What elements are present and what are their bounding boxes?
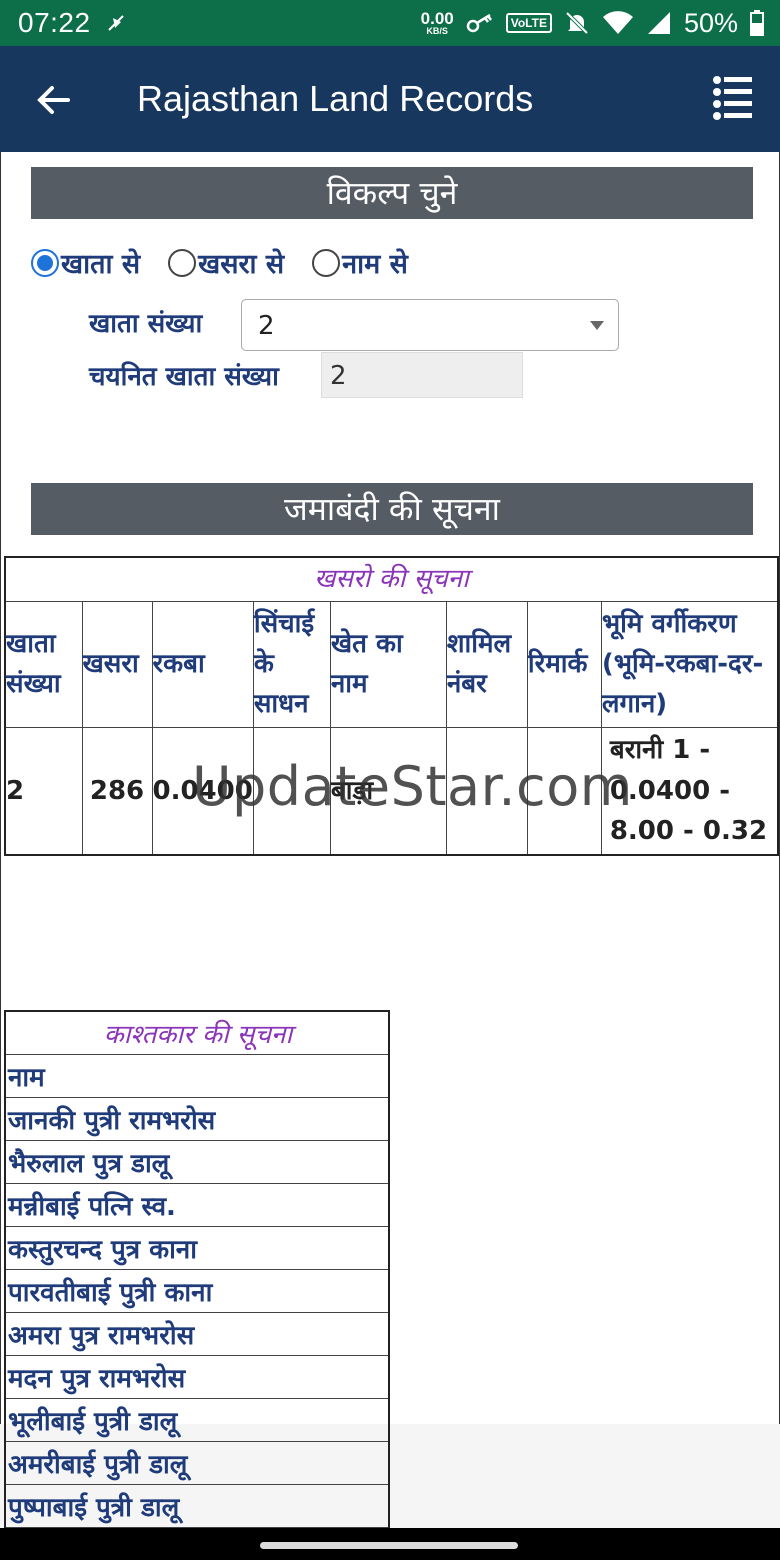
cell-remark	[526, 726, 602, 856]
key-icon	[466, 13, 492, 33]
table-row: मन्नीबाई पत्नि स्व.	[4, 1182, 390, 1227]
home-gesture-pill[interactable]	[260, 1542, 518, 1549]
table-row: पुष्पाबाई पुत्री डालू	[4, 1483, 390, 1528]
wifi-icon	[602, 11, 633, 35]
khasra-info-table: खसरो की सूचना खाता संख्या खसरा रकबा सिंच…	[4, 556, 779, 856]
cell-khasra: 286	[81, 726, 153, 856]
col-header-land-classification: भूमि वर्गीकरण (भूमि-रकबा-दर-लगान)	[600, 600, 779, 728]
account-number-select[interactable]: 2	[241, 299, 619, 351]
cultivator-name-cell: जानकी पुत्री रामभरोस	[4, 1096, 390, 1141]
table-row: अमरा पुत्र रामभरोस	[4, 1311, 390, 1356]
jamabandi-heading: जमाबंदी की सूचना	[31, 483, 753, 535]
khasra-table-caption: खसरो की सूचना	[4, 556, 779, 602]
cell-joint-number	[445, 726, 528, 856]
cultivator-name-header: नाम	[4, 1053, 390, 1098]
list-menu-icon[interactable]	[708, 74, 754, 124]
table-row: जानकी पुत्री रामभरोस	[4, 1096, 390, 1141]
radio-unchecked-icon	[312, 248, 341, 277]
status-bar: 07:22 0.00 KB/S VoLTE 50%	[0, 0, 780, 46]
radio-unchecked-icon	[168, 248, 197, 277]
cell-area: 0.0400	[151, 726, 254, 856]
cultivator-name-cell: अमरा पुत्र रामभरोस	[4, 1311, 390, 1356]
account-number-label: खाता संख्या	[89, 309, 203, 339]
cell-land-classification: बरानी 1 - 0.0400 - 8.00 - 0.32	[600, 726, 779, 856]
search-mode-radio-group: खाता से खसरा से नाम से	[31, 244, 436, 281]
status-time: 07:22	[18, 7, 91, 38]
radio-by-account[interactable]: खाता से	[31, 244, 140, 281]
selected-account-label: चयनित खाता संख्या	[89, 362, 279, 392]
options-heading: विकल्प चुने	[31, 167, 753, 219]
back-arrow-icon[interactable]	[34, 80, 74, 120]
cultivator-name-cell: कस्तुरचन्द पुत्र काना	[4, 1225, 390, 1270]
cultivator-rows: जानकी पुत्री रामभरोस भैरुलाल पुत्र डालू मन…	[4, 1096, 390, 1560]
table-row: भैरुलाल पुत्र डालू	[4, 1139, 390, 1184]
col-header-khasra: खसरा	[81, 600, 153, 728]
cultivator-name-cell: पुष्पाबाई पुत्री डालू	[4, 1483, 390, 1528]
battery-icon	[750, 10, 764, 36]
cultivator-name-cell: भूलीबाई पुत्री डालू	[4, 1397, 390, 1442]
col-header-remark: रिमार्क	[526, 600, 602, 728]
app-screen: 07:22 0.00 KB/S VoLTE 50% Rajasthan Land…	[0, 0, 780, 1560]
no-location-icon	[107, 15, 124, 31]
network-speed: 0.00 KB/S	[420, 9, 454, 36]
cell-account: 2	[4, 726, 83, 856]
content-area: विकल्प चुने खाता से खसरा से नाम से खाता …	[0, 152, 780, 1560]
bell-muted-icon	[565, 11, 589, 35]
table-row: भूलीबाई पुत्री डालू	[4, 1397, 390, 1442]
cultivator-name-cell: अमरीबाई पुत्री डालू	[4, 1440, 390, 1485]
app-bar: Rajasthan Land Records	[0, 46, 780, 152]
col-header-field-name: खेत का नाम	[329, 600, 447, 728]
table-row: 2 286 0.0400 बाड़ा बरानी 1 - 0.0400 - 8.…	[4, 726, 779, 856]
volte-badge: VoLTE	[505, 13, 552, 33]
table-row: कस्तुरचन्द पुत्र काना	[4, 1225, 390, 1270]
radio-by-khasra[interactable]: खसरा से	[168, 244, 284, 281]
cultivator-name-cell: मन्नीबाई पत्नि स्व.	[4, 1182, 390, 1227]
cell-field-name: बाड़ा	[329, 726, 447, 856]
radio-checked-icon	[31, 248, 59, 277]
cultivator-name-cell: पारवतीबाई पुत्री काना	[4, 1268, 390, 1313]
selected-account-field: 2	[321, 352, 523, 398]
col-header-area: रकबा	[151, 600, 254, 728]
cultivator-name-cell: भैरुलाल पुत्र डालू	[4, 1139, 390, 1184]
col-header-joint-number: शामिल नंबर	[445, 600, 528, 728]
radio-by-name[interactable]: नाम से	[312, 244, 408, 281]
cell-irrigation	[252, 726, 331, 856]
table-row: अमरीबाई पुत्री डालू	[4, 1440, 390, 1485]
battery-percent: 50%	[683, 7, 738, 38]
dropdown-caret-icon	[590, 321, 604, 330]
system-nav-bar	[0, 1528, 780, 1560]
cultivator-info-table: काश्तकार की सूचना नाम जानकी पुत्री रामभर…	[4, 1010, 390, 1560]
cultivator-table-caption: काश्तकार की सूचना	[4, 1010, 390, 1055]
signal-icon	[647, 12, 670, 34]
table-row: पारवतीबाई पुत्री काना	[4, 1268, 390, 1313]
col-header-account: खाता संख्या	[4, 600, 83, 728]
table-row: मदन पुत्र रामभरोस	[4, 1354, 390, 1399]
cultivator-name-cell: मदन पुत्र रामभरोस	[4, 1354, 390, 1399]
col-header-irrigation: सिंचाई के साधन	[252, 600, 331, 728]
app-title: Rajasthan Land Records	[137, 78, 534, 119]
